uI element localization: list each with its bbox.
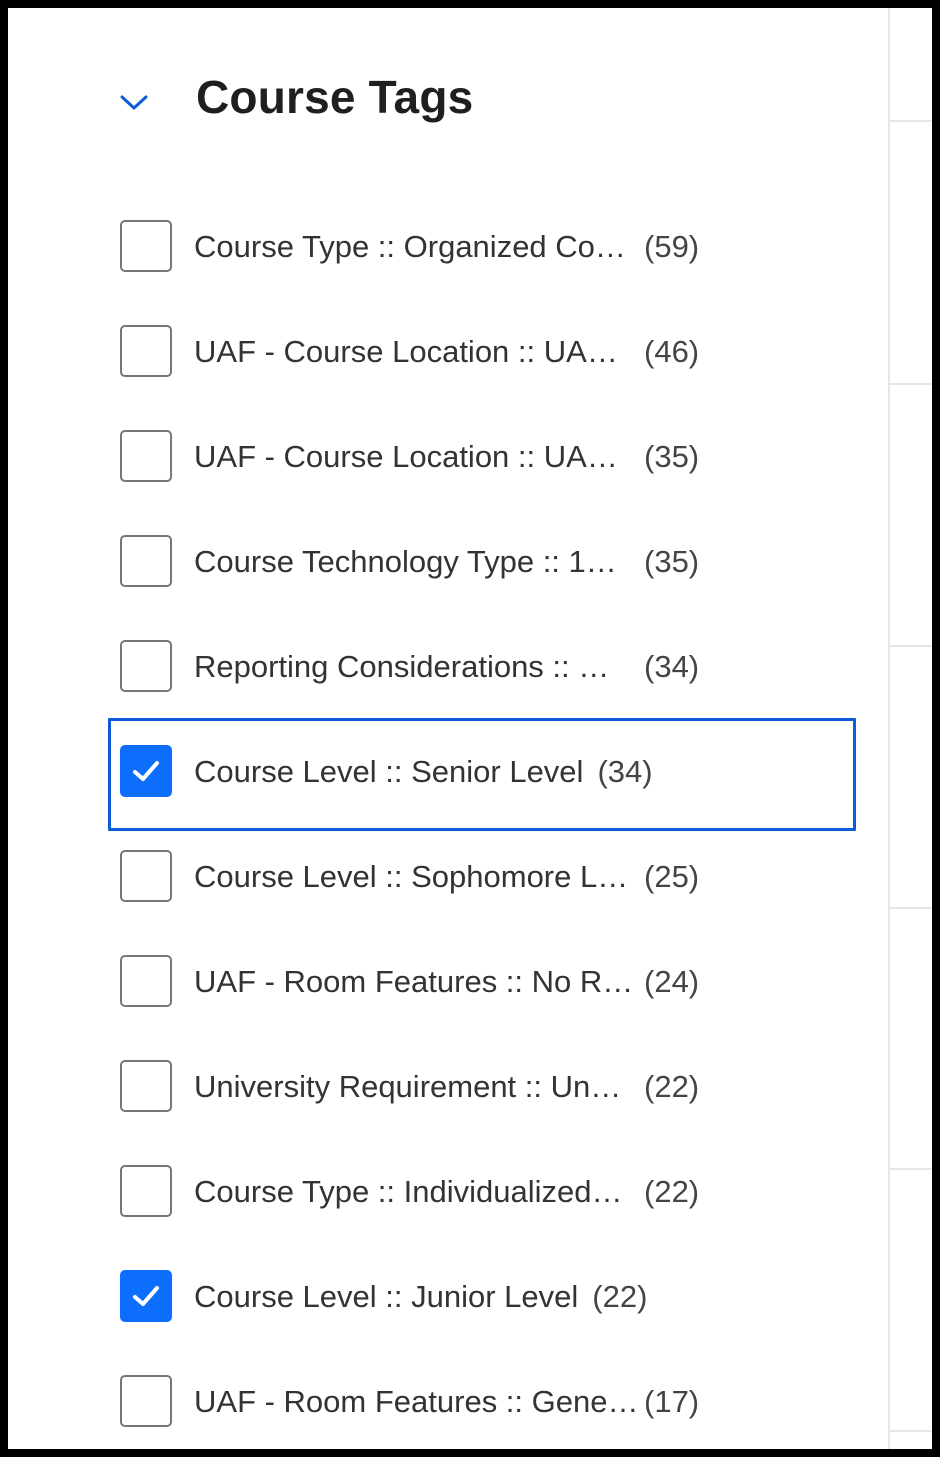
- checkbox[interactable]: [120, 430, 172, 482]
- checkbox[interactable]: [120, 850, 172, 902]
- facet-option-count: (17): [644, 1384, 700, 1419]
- facet-option[interactable]: UAF - Course Location :: UA… (35): [8, 403, 888, 508]
- facet-option-text: Course Type :: Organized Co…: [194, 229, 626, 264]
- facet-option-label: UAF - Course Location :: UA… (46): [194, 334, 699, 370]
- facet-option-count: (34): [597, 754, 653, 789]
- facet-option[interactable]: UAF - Course Location :: UA… (46): [8, 298, 888, 403]
- checkmark-icon: [133, 1286, 159, 1306]
- facet-option-text: UAF - Course Location :: UA…: [194, 334, 618, 369]
- facet-option-count: (59): [644, 229, 700, 264]
- facet-option-label: Course Level :: Junior Level (22): [194, 1279, 647, 1315]
- checkbox[interactable]: [120, 640, 172, 692]
- facet-option[interactable]: Reporting Considerations :: … (34): [8, 613, 888, 718]
- facet-title: Course Tags: [196, 71, 474, 123]
- row-divider: [890, 1430, 932, 1432]
- facet-option-count: (25): [644, 859, 700, 894]
- facet-option-count: (22): [592, 1279, 648, 1314]
- checkbox-checked[interactable]: [120, 745, 172, 797]
- facet-option[interactable]: UAF - Room Features :: No R… (24): [8, 928, 888, 1033]
- row-divider: [890, 1168, 932, 1170]
- facet-option[interactable]: Course Level :: Junior Level (22): [8, 1243, 888, 1348]
- facet-header[interactable]: Course Tags: [8, 8, 888, 198]
- checkbox[interactable]: [120, 955, 172, 1007]
- facet-option-count: (46): [644, 334, 700, 369]
- results-panel-edge: [890, 8, 932, 1449]
- facet-options-list: Course Type :: Organized Co… (59)UAF - Co…: [8, 193, 888, 1449]
- facet-option[interactable]: UAF - Room Features :: Gene… (17): [8, 1348, 888, 1449]
- facet-option[interactable]: Course Type :: Organized Co… (59): [8, 193, 888, 298]
- checkmark-icon: [133, 761, 159, 781]
- checkbox-checked[interactable]: [120, 1270, 172, 1322]
- facet-option[interactable]: Course Type :: Individualized… (22): [8, 1138, 888, 1243]
- checkbox[interactable]: [120, 1165, 172, 1217]
- facet-option[interactable]: Course Level :: Senior Level (34): [8, 718, 888, 831]
- facet-option-label: Course Type :: Organized Co… (59): [194, 229, 699, 265]
- checkbox[interactable]: [120, 535, 172, 587]
- facet-option-count: (35): [644, 544, 700, 579]
- facet-option-label: Course Type :: Individualized… (22): [194, 1174, 699, 1210]
- filter-panel: Course Tags Course Type :: Organized Co……: [8, 8, 932, 1449]
- facet-option-count: (24): [644, 964, 700, 999]
- facet-option-text: UAF - Room Features :: Gene…: [194, 1384, 639, 1419]
- facet-option-count: (22): [644, 1174, 700, 1209]
- facet-option-text: University Requirement :: Un…: [194, 1069, 622, 1104]
- facet-option[interactable]: Course Level :: Sophomore L… (25): [8, 823, 888, 928]
- facet-option-label: Course Technology Type :: 1… (35): [194, 544, 699, 580]
- row-divider: [890, 645, 932, 647]
- facet-option-count: (22): [644, 1069, 700, 1104]
- chevron-down-icon[interactable]: [118, 86, 150, 118]
- facet-option-text: Course Type :: Individualized…: [194, 1174, 623, 1209]
- facet-option-count: (34): [644, 649, 700, 684]
- facet-option[interactable]: Course Technology Type :: 1… (35): [8, 508, 888, 613]
- facet-option-label: UAF - Room Features :: No R… (24): [194, 964, 699, 1000]
- row-divider: [890, 383, 932, 385]
- facet-option-label: Reporting Considerations :: … (34): [194, 649, 699, 685]
- facet-option-label: UAF - Course Location :: UA… (35): [194, 439, 699, 475]
- checkbox[interactable]: [120, 1060, 172, 1112]
- facet-option-text: UAF - Room Features :: No R…: [194, 964, 634, 999]
- facet-option-text: UAF - Course Location :: UA…: [194, 439, 618, 474]
- facet-option-label: Course Level :: Senior Level (34): [194, 754, 653, 790]
- checkbox[interactable]: [120, 220, 172, 272]
- facet-option-text: Course Level :: Junior Level: [194, 1279, 579, 1314]
- facet-option-text: Reporting Considerations :: …: [194, 649, 610, 684]
- checkbox[interactable]: [120, 1375, 172, 1427]
- facet-option-text: Course Level :: Sophomore L…: [194, 859, 629, 894]
- facet-option[interactable]: University Requirement :: Un… (22): [8, 1033, 888, 1138]
- facet-option-label: Course Level :: Sophomore L… (25): [194, 859, 699, 895]
- checkbox[interactable]: [120, 325, 172, 377]
- facet-option-text: Course Technology Type :: 1…: [194, 544, 617, 579]
- facet-option-text: Course Level :: Senior Level: [194, 754, 584, 789]
- row-divider: [890, 120, 932, 122]
- facet-option-count: (35): [644, 439, 700, 474]
- facet-option-label: University Requirement :: Un… (22): [194, 1069, 699, 1105]
- facet-option-label: UAF - Room Features :: Gene… (17): [194, 1384, 699, 1420]
- row-divider: [890, 907, 932, 909]
